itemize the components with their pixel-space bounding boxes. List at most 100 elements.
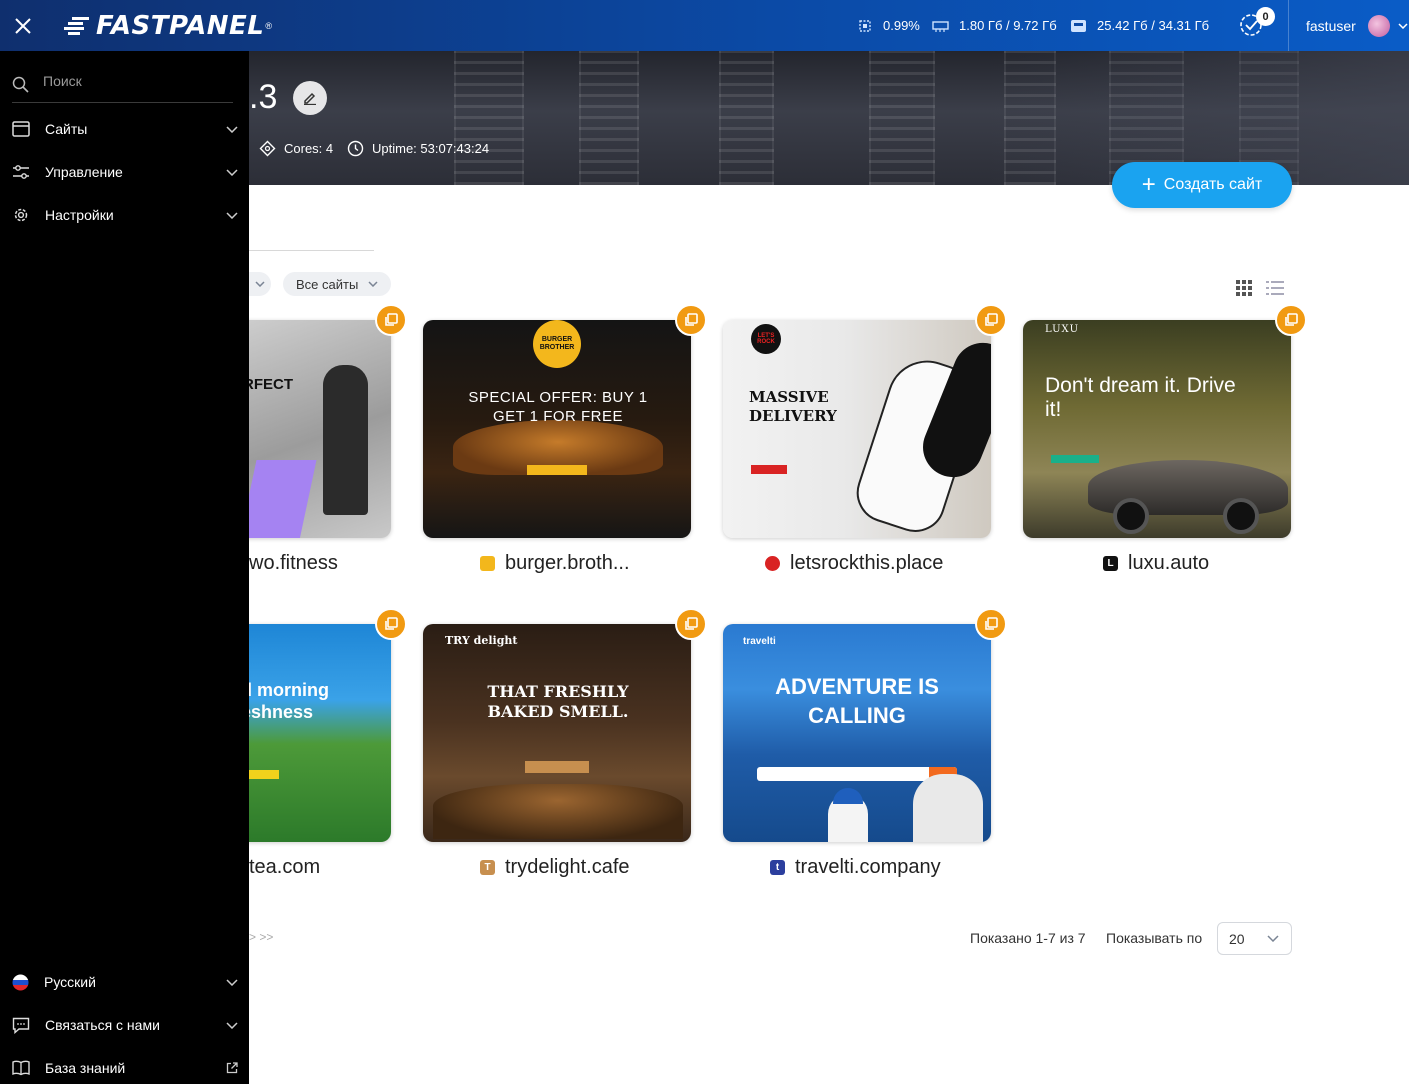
burger-favicon-icon bbox=[480, 555, 495, 571]
site-card-headline: d morning eshness bbox=[241, 680, 329, 722]
site-domain: wo.fitness bbox=[249, 551, 338, 574]
user-menu[interactable]: fastuser bbox=[1306, 0, 1408, 51]
username: fastuser bbox=[1306, 17, 1356, 34]
list-view-button[interactable] bbox=[1266, 280, 1284, 301]
sidebar-item-label: Связаться с нами bbox=[45, 1017, 160, 1033]
copy-icon bbox=[1285, 313, 1298, 326]
logo-registered-mark: ® bbox=[265, 21, 273, 31]
copy-site-button[interactable] bbox=[975, 304, 1007, 336]
edit-server-name-button[interactable] bbox=[293, 81, 327, 115]
browser-window-icon bbox=[12, 121, 30, 137]
sidebar: Сайты Управление Настройки Русский Связа… bbox=[0, 51, 249, 1084]
sidebar-item-label: Русский bbox=[44, 974, 96, 990]
shown-count: Показано 1-7 из 7 bbox=[970, 930, 1086, 946]
disk-value: 25.42 Гб / 34.31 Гб bbox=[1097, 18, 1210, 33]
uptime-value: Uptime: 53:07:43:24 bbox=[372, 140, 490, 156]
site-link[interactable]: L luxu.auto bbox=[1103, 550, 1209, 576]
site-card-headline: RFECT bbox=[243, 376, 293, 393]
site-card-burger[interactable]: BURGER BROTHER SPECIAL OFFER: BUY 1 GET … bbox=[423, 320, 691, 538]
sidebar-item-management[interactable]: Управление bbox=[12, 158, 238, 186]
trydelight-favicon-icon: T bbox=[480, 859, 495, 875]
site-link[interactable]: T trydelight.cafe bbox=[480, 854, 630, 880]
ram-stat[interactable]: 1.80 Гб / 9.72 Гб bbox=[932, 0, 1057, 51]
site-card-rock[interactable]: LET'S ROCK MASSIVE DELIVERY bbox=[723, 320, 991, 538]
site-link[interactable]: tea.com bbox=[249, 854, 320, 880]
site-domain: tea.com bbox=[249, 855, 321, 878]
site-card-headline: ADVENTURE IS CALLING bbox=[775, 674, 939, 728]
notifications-badge: 0 bbox=[1256, 7, 1275, 26]
sidebar-search-input[interactable] bbox=[43, 73, 223, 89]
create-site-button[interactable]: + Создать сайт bbox=[1112, 162, 1292, 208]
copy-site-button[interactable] bbox=[675, 304, 707, 336]
plus-icon: + bbox=[1141, 171, 1156, 198]
copy-site-button[interactable] bbox=[675, 608, 707, 640]
site-link[interactable]: letsrockthis.place bbox=[765, 550, 943, 576]
disk-icon bbox=[1071, 20, 1086, 32]
site-domain: luxu.auto bbox=[1128, 551, 1210, 574]
copy-site-button[interactable] bbox=[375, 608, 407, 640]
cores-info: Cores: 4 bbox=[259, 138, 333, 158]
sidebar-item-contact[interactable]: Связаться с нами bbox=[12, 1011, 238, 1039]
logo-text: FASTPANEL bbox=[96, 11, 265, 41]
site-card-trydelight[interactable]: TRY delight THAT FRESHLY BAKED SMELL. bbox=[423, 624, 691, 842]
sidebar-item-language[interactable]: Русский bbox=[12, 968, 238, 996]
filter-dropdown[interactable] bbox=[249, 272, 271, 296]
chevron-down-icon bbox=[226, 168, 238, 176]
rock-favicon-icon bbox=[765, 555, 780, 571]
close-menu-button[interactable] bbox=[0, 0, 46, 51]
russian-flag-icon bbox=[12, 974, 29, 990]
rock-brand-logo: LET'S ROCK bbox=[751, 324, 781, 354]
site-link[interactable]: wo.fitness bbox=[249, 550, 338, 576]
grid-view-icon bbox=[1236, 280, 1252, 296]
copy-site-button[interactable] bbox=[1275, 304, 1307, 336]
per-page-label: Показывать по bbox=[1106, 930, 1203, 946]
uptime-info: Uptime: 53:07:43:24 bbox=[347, 138, 489, 158]
sidebar-item-sites[interactable]: Сайты bbox=[12, 115, 238, 143]
copy-site-button[interactable] bbox=[975, 608, 1007, 640]
luxu-brand-logo: LUXU bbox=[1045, 324, 1080, 335]
site-link[interactable]: t travelti.company bbox=[770, 854, 941, 880]
cpu-value: 0.99% bbox=[883, 18, 920, 33]
chevron-down-icon bbox=[255, 281, 265, 287]
chevron-down-icon bbox=[226, 125, 238, 133]
gear-icon bbox=[14, 208, 28, 222]
sliders-icon bbox=[13, 165, 29, 179]
site-card-luxu[interactable]: LUXU Don't dream it. Drive it! bbox=[1023, 320, 1291, 538]
book-icon bbox=[12, 1060, 30, 1076]
sidebar-item-settings[interactable]: Настройки bbox=[12, 201, 238, 229]
sidebar-item-knowledge-base[interactable]: База знаний bbox=[12, 1054, 238, 1082]
site-card-travelti[interactable]: travelti ADVENTURE IS CALLING bbox=[723, 624, 991, 842]
cpu-stat[interactable]: 0.99% bbox=[857, 0, 920, 51]
disk-stat[interactable]: 25.42 Гб / 34.31 Гб bbox=[1070, 0, 1209, 51]
chevron-down-icon bbox=[226, 211, 238, 219]
all-sites-filter[interactable]: Все сайты bbox=[283, 272, 391, 296]
copy-icon bbox=[985, 617, 998, 630]
ram-value: 1.80 Гб / 9.72 Гб bbox=[959, 18, 1057, 33]
pagination-arrows[interactable]: > >> bbox=[249, 930, 273, 944]
site-link[interactable]: burger.broth... bbox=[480, 550, 630, 576]
chevron-down-icon bbox=[226, 1021, 238, 1029]
site-card-headline: MASSIVE DELIVERY bbox=[749, 388, 837, 425]
external-link-icon bbox=[226, 1062, 238, 1074]
chevron-down-icon bbox=[1267, 935, 1279, 942]
chevron-down-icon bbox=[1398, 22, 1408, 29]
cores-icon bbox=[259, 140, 276, 156]
close-icon bbox=[15, 17, 31, 34]
logo[interactable]: FASTPANEL ® bbox=[64, 11, 273, 41]
logo-mark-icon bbox=[64, 17, 89, 35]
pencil-icon bbox=[304, 92, 316, 105]
site-card-headline: Don't dream it. Drive it! bbox=[1045, 374, 1236, 421]
top-bar: FASTPANEL ® 0.99% 1.80 Гб / 9.72 Гб 25.4… bbox=[0, 0, 1409, 51]
sidebar-item-label: Настройки bbox=[45, 207, 114, 223]
sidebar-item-label: База знаний bbox=[45, 1060, 126, 1076]
copy-icon bbox=[685, 617, 698, 630]
copy-site-button[interactable] bbox=[375, 304, 407, 336]
per-page-select[interactable]: 20 bbox=[1217, 922, 1292, 955]
site-search-underline bbox=[249, 250, 374, 251]
site-domain: trydelight.cafe bbox=[505, 855, 630, 878]
travelti-brand-logo: travelti bbox=[743, 636, 776, 647]
grid-view-button[interactable] bbox=[1236, 280, 1252, 301]
ram-icon bbox=[932, 20, 949, 32]
per-page-value: 20 bbox=[1229, 930, 1245, 947]
travelti-favicon-icon: t bbox=[770, 859, 785, 875]
